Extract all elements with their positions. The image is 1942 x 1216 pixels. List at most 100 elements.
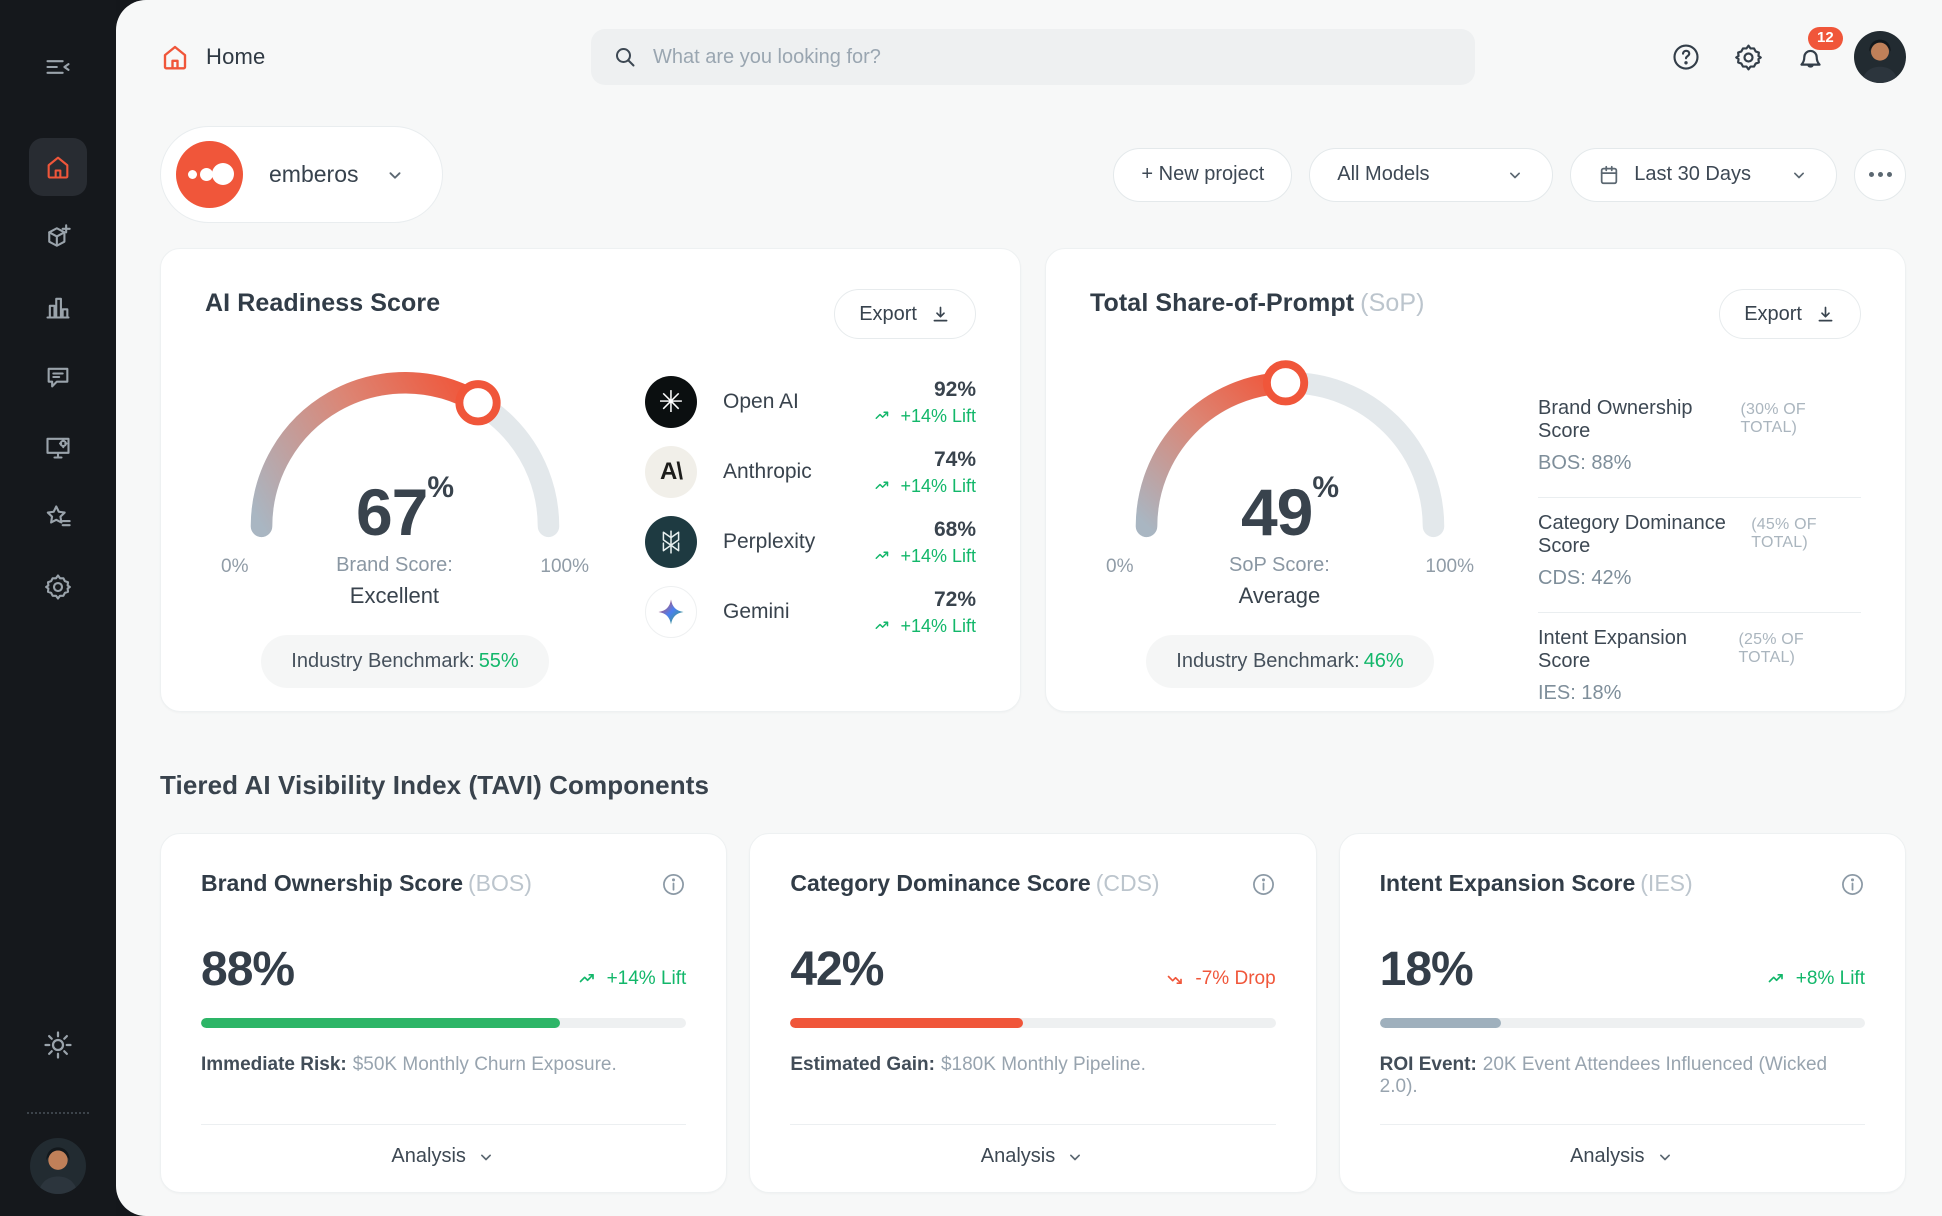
notification-badge: 12 bbox=[1808, 27, 1843, 50]
model-name: Anthropic bbox=[723, 460, 874, 484]
download-icon bbox=[1815, 304, 1836, 325]
info-icon[interactable] bbox=[1251, 872, 1276, 902]
sidebar-footer bbox=[0, 1016, 116, 1194]
bos-card: Brand Ownership Score(BOS) 88% +14% Lift… bbox=[160, 833, 727, 1193]
sidebar-item-conversations[interactable] bbox=[29, 348, 87, 406]
perplexity-icon bbox=[645, 516, 697, 568]
info-icon[interactable] bbox=[661, 872, 686, 902]
gear-icon bbox=[1733, 42, 1764, 73]
model-name: Perplexity bbox=[723, 530, 874, 554]
sidebar bbox=[0, 0, 116, 1216]
sop-score-value: 49% bbox=[1125, 471, 1455, 550]
component-name: Category Dominance Score bbox=[1538, 512, 1751, 558]
model-row-anthropic: A\ Anthropic 74% +14% Lift bbox=[645, 437, 976, 507]
bos-analysis-toggle[interactable]: Analysis bbox=[201, 1124, 686, 1192]
sidebar-divider bbox=[27, 1112, 89, 1114]
date-range-select[interactable]: Last 30 Days bbox=[1570, 148, 1837, 202]
model-lift: +14% Lift bbox=[874, 546, 976, 567]
model-name: Gemini bbox=[723, 600, 874, 624]
ies-title: Intent Expansion Score(IES) bbox=[1380, 870, 1693, 897]
component-score: CDS: 42% bbox=[1538, 567, 1861, 590]
ies-analysis-toggle[interactable]: Analysis bbox=[1380, 1124, 1865, 1192]
trend-up-icon bbox=[874, 617, 892, 635]
cds-change: -7% Drop bbox=[1166, 968, 1275, 990]
model-score: 92% bbox=[874, 378, 976, 402]
model-score: 68% bbox=[874, 518, 976, 542]
help-button[interactable] bbox=[1668, 39, 1704, 75]
model-row-perplexity: Perplexity 68% +14% Lift bbox=[645, 507, 976, 577]
trend-up-icon bbox=[874, 547, 892, 565]
cds-card: Category Dominance Score(CDS) 42% -7% Dr… bbox=[749, 833, 1316, 1193]
sop-gauge: 49% 0% SoP Score: Average 100% Industry … bbox=[1090, 357, 1490, 727]
gemini-icon bbox=[645, 586, 697, 638]
trend-down-icon bbox=[1166, 969, 1186, 989]
bos-title: Brand Ownership Score(BOS) bbox=[201, 870, 532, 897]
search-input[interactable] bbox=[653, 46, 1453, 69]
ies-card: Intent Expansion Score(IES) 18% +8% Lift… bbox=[1339, 833, 1906, 1193]
search-bar[interactable] bbox=[591, 29, 1475, 85]
collapse-sidebar-icon[interactable] bbox=[29, 38, 87, 96]
sop-score-caption: SoP Score: Average bbox=[1229, 554, 1330, 609]
ies-description: ROI Event:20K Event Attendees Influenced… bbox=[1380, 1054, 1865, 1098]
sidebar-item-new-project[interactable] bbox=[29, 208, 87, 266]
sop-component-row: Intent Expansion Score (25% OF TOTAL) IE… bbox=[1538, 613, 1861, 727]
trend-up-icon bbox=[1767, 969, 1787, 989]
user-avatar[interactable] bbox=[1854, 31, 1906, 83]
theme-toggle-sun-icon[interactable] bbox=[29, 1016, 87, 1074]
breadcrumb[interactable]: Home bbox=[160, 42, 420, 72]
project-logo-icon bbox=[176, 141, 243, 208]
component-weight: (45% OF TOTAL) bbox=[1751, 516, 1861, 552]
bos-change: +14% Lift bbox=[578, 968, 687, 990]
chevron-down-icon bbox=[1789, 165, 1809, 185]
topbar: Home 12 bbox=[160, 0, 1906, 100]
ai-readiness-card: AI Readiness Score Export bbox=[160, 248, 1021, 712]
component-weight: (25% OF TOTAL) bbox=[1738, 631, 1861, 667]
export-button[interactable]: Export bbox=[1719, 289, 1861, 339]
project-name: emberos bbox=[269, 161, 358, 188]
model-row-openai: ✳ Open AI 92% +14% Lift bbox=[645, 367, 976, 437]
toolbar-actions: + New project All Models Last 30 Days bbox=[1113, 148, 1906, 202]
sop-abbr: (SoP) bbox=[1360, 289, 1424, 317]
notifications-button[interactable]: 12 bbox=[1792, 39, 1828, 75]
cds-analysis-toggle[interactable]: Analysis bbox=[790, 1124, 1275, 1192]
sidebar-item-favorites[interactable] bbox=[29, 488, 87, 546]
component-name: Brand Ownership Score bbox=[1538, 397, 1740, 443]
help-icon bbox=[1671, 42, 1701, 72]
openai-icon: ✳ bbox=[645, 376, 697, 428]
models-filter-select[interactable]: All Models bbox=[1309, 148, 1553, 202]
top-actions: 12 bbox=[1646, 31, 1906, 83]
sidebar-user-avatar[interactable] bbox=[30, 1138, 86, 1194]
info-icon[interactable] bbox=[1840, 872, 1865, 902]
sidebar-item-home[interactable] bbox=[29, 138, 87, 196]
ies-score: 18% bbox=[1380, 946, 1473, 994]
page-title: Home bbox=[206, 44, 266, 70]
chevron-down-icon bbox=[1065, 1147, 1085, 1167]
calendar-icon bbox=[1598, 164, 1620, 186]
search-icon bbox=[613, 45, 637, 69]
toolbar-row: emberos + New project All Models Last 30… bbox=[160, 126, 1906, 223]
sidebar-item-analytics[interactable] bbox=[29, 278, 87, 336]
model-score: 74% bbox=[874, 448, 976, 472]
model-score: 72% bbox=[874, 588, 976, 612]
settings-button[interactable] bbox=[1730, 39, 1766, 75]
bos-description: Immediate Risk:$50K Monthly Churn Exposu… bbox=[201, 1054, 686, 1076]
component-score: BOS: 88% bbox=[1538, 452, 1861, 475]
sop-component-row: Category Dominance Score (45% OF TOTAL) … bbox=[1538, 498, 1861, 613]
ies-change: +8% Lift bbox=[1767, 968, 1865, 990]
model-score-list: ✳ Open AI 92% +14% Lift A\ Anthropic bbox=[605, 357, 976, 688]
sop-component-row: Brand Ownership Score (30% OF TOTAL) BOS… bbox=[1538, 383, 1861, 498]
ai-readiness-title: AI Readiness Score bbox=[205, 289, 440, 318]
project-selector[interactable]: emberos bbox=[160, 126, 443, 223]
industry-benchmark-pill: Industry Benchmark:55% bbox=[261, 635, 548, 688]
sidebar-item-settings[interactable] bbox=[29, 558, 87, 616]
score-cards-row: AI Readiness Score Export bbox=[160, 248, 1906, 712]
sidebar-item-device-settings[interactable] bbox=[29, 418, 87, 476]
tavi-cards-row: Brand Ownership Score(BOS) 88% +14% Lift… bbox=[160, 833, 1906, 1193]
readiness-score-value: 67% bbox=[240, 471, 570, 550]
bos-progress-bar bbox=[201, 1018, 686, 1028]
new-project-button[interactable]: + New project bbox=[1113, 148, 1292, 202]
trend-up-icon bbox=[874, 407, 892, 425]
export-button[interactable]: Export bbox=[834, 289, 976, 339]
model-lift: +14% Lift bbox=[874, 476, 976, 497]
more-options-button[interactable] bbox=[1854, 149, 1906, 201]
